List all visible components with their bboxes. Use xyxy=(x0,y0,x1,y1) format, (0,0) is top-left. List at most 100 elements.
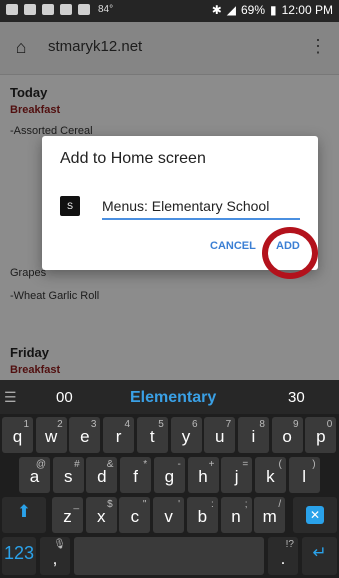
site-favicon: S xyxy=(60,196,80,216)
phone-screen: 84° ✱ ◢ 69% ▮ 12:00 PM ⌂ stmaryk12.net ⋮… xyxy=(0,0,339,578)
key-w[interactable]: 2w xyxy=(35,417,67,453)
enter-key[interactable]: ↵ xyxy=(302,537,337,575)
key-e[interactable]: 3e xyxy=(69,417,101,453)
key-label: x xyxy=(96,507,106,526)
key-alt-label: ( xyxy=(278,459,282,470)
key-d[interactable]: & d xyxy=(86,457,118,493)
key-alt-label: 7 xyxy=(225,419,232,430)
key-label: a xyxy=(29,467,40,486)
key-j[interactable]: = j xyxy=(221,457,253,493)
key-alt-label: = xyxy=(242,459,249,470)
key-label: j xyxy=(234,467,239,486)
key-alt-label: ' xyxy=(178,499,181,510)
key-alt-label: !? xyxy=(285,539,294,550)
key-label: ✕ xyxy=(305,506,325,524)
key-v[interactable]: ' v xyxy=(153,497,185,533)
key-o[interactable]: 9o xyxy=(271,417,303,453)
key-alt-label: _ xyxy=(73,499,79,510)
key-p[interactable]: 0p xyxy=(305,417,337,453)
key-y[interactable]: 6y xyxy=(170,417,202,453)
key-u[interactable]: 7u xyxy=(204,417,236,453)
period-key[interactable]: !?. xyxy=(268,537,298,575)
key-label: q xyxy=(12,427,23,446)
key-label: y xyxy=(181,427,191,446)
key-label: w xyxy=(45,427,58,446)
key-alt-label: 1 xyxy=(23,419,29,430)
key-alt-label: - xyxy=(177,459,181,470)
key-r[interactable]: 4r xyxy=(103,417,135,453)
notification-icons: 84° xyxy=(6,4,113,15)
battery-percent: 69% xyxy=(240,3,266,17)
key-label: l xyxy=(302,467,306,486)
key-alt-label: 5 xyxy=(158,419,164,430)
key-c[interactable]: " c xyxy=(119,497,151,533)
key-alt-label: " xyxy=(142,499,147,510)
suggestion-center[interactable]: Elementary xyxy=(130,389,216,407)
suggestion-bar: ☰ 00 Elementary 30 xyxy=(0,380,339,414)
key-i[interactable]: 8i xyxy=(237,417,269,453)
key-label: h xyxy=(198,467,208,486)
key-b[interactable]: :b xyxy=(186,497,218,533)
suggestion-right[interactable]: 30 xyxy=(288,389,305,406)
key-s[interactable]: # s xyxy=(52,457,84,493)
symbols-key[interactable]: 123 xyxy=(2,537,36,575)
key-label: z xyxy=(63,507,72,526)
key-label: d xyxy=(97,467,107,486)
highlight-circle xyxy=(262,227,318,279)
drag-handle-icon[interactable]: ☰ xyxy=(4,389,17,406)
shortcut-name-input[interactable] xyxy=(102,194,300,220)
on-screen-keyboard: ☰ 00 Elementary 30 1 q 2 w 3 e 4 r 5 t 6 y 7 u 8 i 9 o 0 p @… xyxy=(0,380,339,578)
key-t[interactable]: 5t xyxy=(136,417,168,453)
suggestion-left[interactable]: 00 xyxy=(56,389,73,406)
clock: 12:00 PM xyxy=(281,3,333,17)
key-f[interactable]: * f xyxy=(120,457,152,493)
key-alt-label: 8 xyxy=(259,419,265,430)
key-k[interactable]: (k xyxy=(254,457,286,493)
key-label: g xyxy=(164,467,175,486)
key-n[interactable]: ; n xyxy=(220,497,252,533)
notification-icon xyxy=(42,4,54,15)
key-label: i xyxy=(251,427,256,446)
notification-icon xyxy=(6,4,18,15)
delete-key[interactable]: ✕ xyxy=(293,497,337,533)
key-label: v xyxy=(164,507,173,526)
key-alt-label: 0 xyxy=(326,419,333,430)
key-label: o xyxy=(282,427,292,446)
key-label: ⬆ xyxy=(16,502,32,521)
key-label: s xyxy=(63,467,73,486)
key-alt-label: # xyxy=(74,459,80,470)
key-l[interactable]: ) l xyxy=(288,457,320,493)
key-alt-label: + xyxy=(208,459,215,470)
key-alt-label: ) xyxy=(312,459,316,470)
key-label: n xyxy=(231,507,241,526)
status-bar: 84° ✱ ◢ 69% ▮ 12:00 PM xyxy=(0,0,339,22)
key-z[interactable]: _ z xyxy=(52,497,83,533)
key-label: k xyxy=(266,467,275,486)
bluetooth-icon: ✱ xyxy=(211,3,222,17)
key-label: e xyxy=(80,427,90,446)
key-alt-label: 3 xyxy=(90,419,97,430)
space-key[interactable] xyxy=(74,537,264,575)
shift-key[interactable]: ⬆ xyxy=(2,497,46,533)
key-m[interactable]: / m xyxy=(254,497,286,533)
key-label: r xyxy=(115,427,122,446)
key-label: . xyxy=(280,549,286,568)
key-label: p xyxy=(316,427,326,446)
key-alt-label: 🎙 xyxy=(53,539,66,550)
dialog-title: Add to Home screen xyxy=(60,150,206,167)
key-q[interactable]: 1q xyxy=(2,417,33,453)
comma-key[interactable]: 🎙, xyxy=(40,537,70,575)
battery-icon: ▮ xyxy=(270,3,277,17)
temperature: 84° xyxy=(98,4,114,15)
cancel-button[interactable]: CANCEL xyxy=(210,240,256,252)
key-label: 123 xyxy=(3,542,35,563)
key-x[interactable]: $ x xyxy=(85,497,117,533)
key-label: ↵ xyxy=(312,543,327,562)
key-a[interactable]: @ a xyxy=(19,457,50,493)
key-label: , xyxy=(52,549,58,568)
notification-icon xyxy=(78,4,90,15)
notification-icon xyxy=(24,4,36,15)
key-alt-label: 4 xyxy=(124,419,131,430)
key-h[interactable]: + h xyxy=(187,457,219,493)
key-g[interactable]: -g xyxy=(153,457,185,493)
